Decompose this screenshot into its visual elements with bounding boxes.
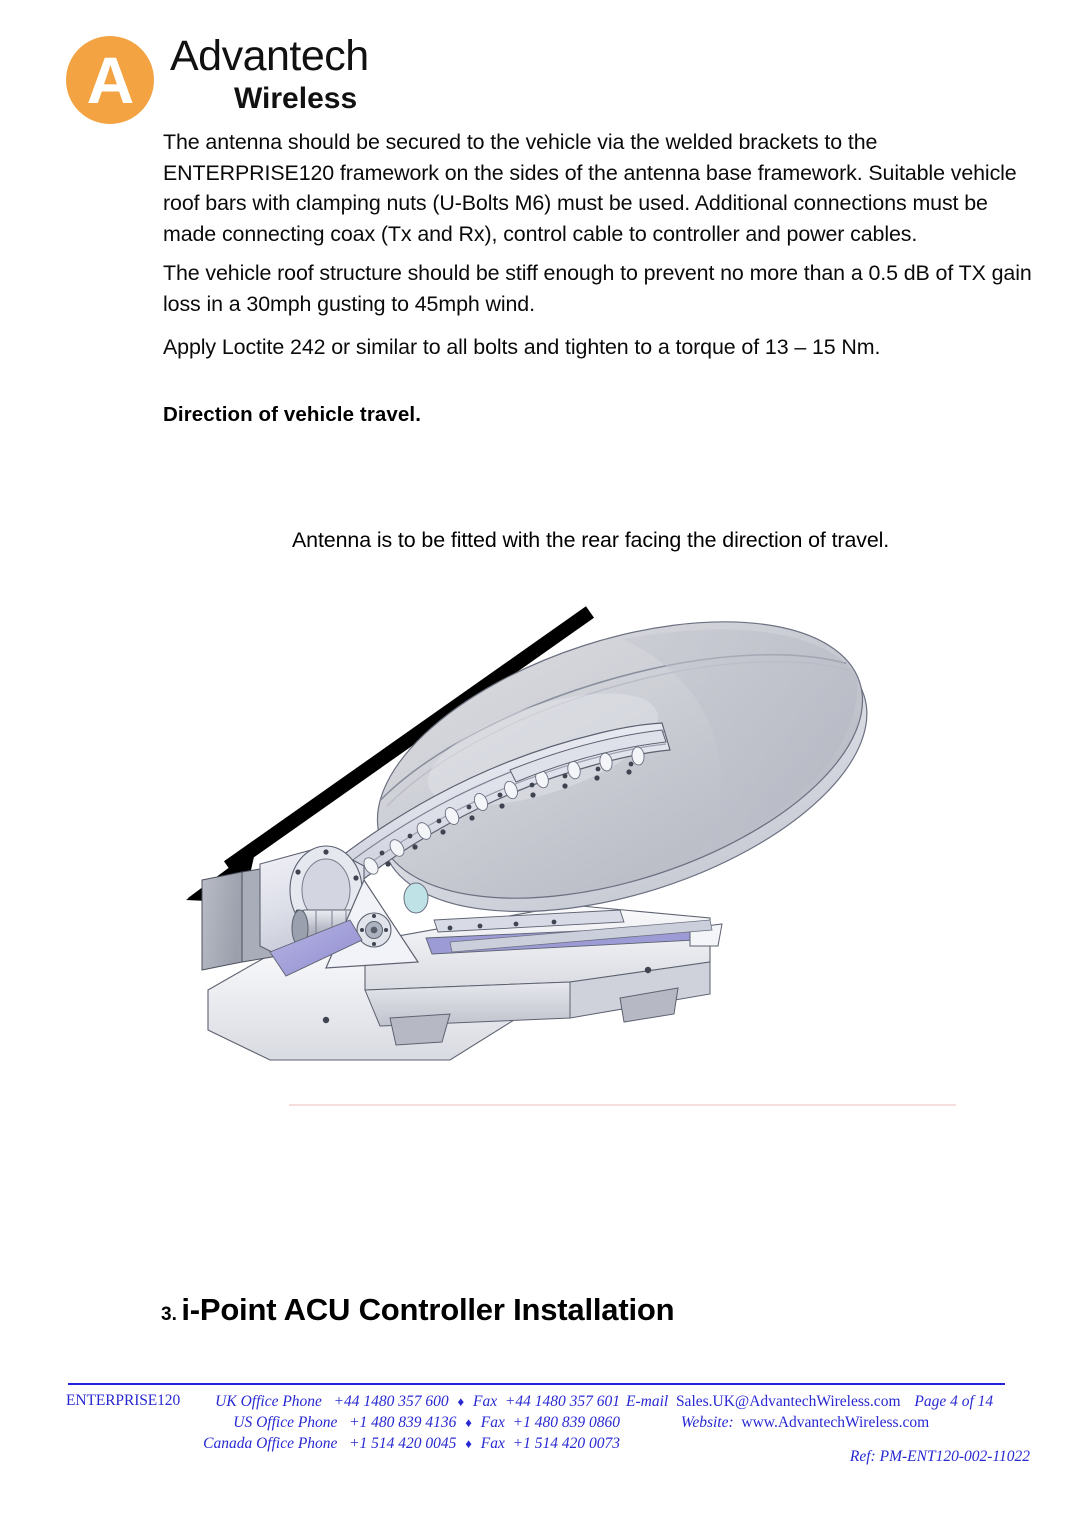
brand-name: Advantech bbox=[170, 32, 369, 80]
footer-divider bbox=[68, 1383, 1005, 1385]
section-title: i-Point ACU Controller Installation bbox=[181, 1292, 675, 1327]
diamond-separator-icon: ♦ bbox=[457, 1394, 465, 1409]
section-number: 3. bbox=[161, 1304, 177, 1325]
diamond-separator-icon: ♦ bbox=[465, 1415, 472, 1430]
contact-fax-label-us: Fax bbox=[480, 1414, 505, 1431]
footer-document-id: ENTERPRISE120 bbox=[66, 1392, 181, 1409]
paragraph-roof-stiffness: The vehicle roof structure should be sti… bbox=[163, 261, 1032, 316]
footer-contact-list: UK Office Phone +44 1480 357 600 ♦ Fax +… bbox=[200, 1391, 620, 1454]
logo-letter-a: A bbox=[86, 43, 135, 117]
footer-email-line: E-mail Sales.UK@AdvantechWireless.com Pa… bbox=[626, 1391, 1056, 1412]
website-url[interactable]: www.AdvantechWireless.com bbox=[741, 1414, 929, 1431]
contact-fax-label-uk: Fax bbox=[473, 1393, 498, 1410]
website-label: Website: bbox=[680, 1414, 734, 1431]
email-address[interactable]: Sales.UK@AdvantechWireless.com bbox=[676, 1393, 901, 1410]
heading-direction-of-vehicle-travel: Direction of vehicle travel. bbox=[163, 403, 421, 426]
paragraph-loctite-torque: Apply Loctite 242 or similar to all bolt… bbox=[163, 335, 881, 359]
footer-reference-code: Ref: PM-ENT120-002-11022 bbox=[849, 1448, 1030, 1465]
contact-phone-uk: +44 1480 357 600 bbox=[333, 1393, 449, 1410]
brand-tagline: Wireless bbox=[234, 82, 358, 115]
section-heading-ipoint-acu: 3. i-Point ACU Controller Installation bbox=[161, 1292, 675, 1328]
note-antenna-orientation: Antenna is to be fitted with the rear fa… bbox=[292, 528, 890, 552]
antenna-illustration bbox=[201, 621, 868, 1061]
figure-antenna-assembly bbox=[150, 590, 980, 1090]
footer-web-block: E-mail Sales.UK@AdvantechWireless.com Pa… bbox=[626, 1391, 1056, 1433]
figure-divider bbox=[289, 1104, 956, 1106]
contact-phone-us: +1 480 839 4136 bbox=[349, 1414, 457, 1431]
footer-website-line: Website: www.AdvantechWireless.com bbox=[626, 1412, 1056, 1433]
brand-logo: A Advantech Wireless bbox=[66, 32, 466, 130]
paragraph-mounting-instructions: The antenna should be secured to the veh… bbox=[163, 130, 1017, 246]
page-footer: ENTERPRISE120 UK Office Phone +44 1480 3… bbox=[0, 1388, 1080, 1508]
contact-office-uk: UK Office Phone bbox=[215, 1393, 322, 1410]
contact-office-us: US Office Phone bbox=[233, 1414, 338, 1431]
contact-fax-us: +1 480 839 0860 bbox=[512, 1414, 620, 1431]
contact-line-uk: UK Office Phone +44 1480 357 600 ♦ Fax +… bbox=[200, 1391, 620, 1412]
contact-fax-uk: +44 1480 357 601 bbox=[504, 1393, 620, 1410]
page-number-text: Page 4 of 14 bbox=[914, 1393, 994, 1410]
contact-line-us: US Office Phone +1 480 839 4136 ♦ Fax +1… bbox=[200, 1412, 620, 1433]
email-label: E-mail bbox=[626, 1393, 669, 1410]
